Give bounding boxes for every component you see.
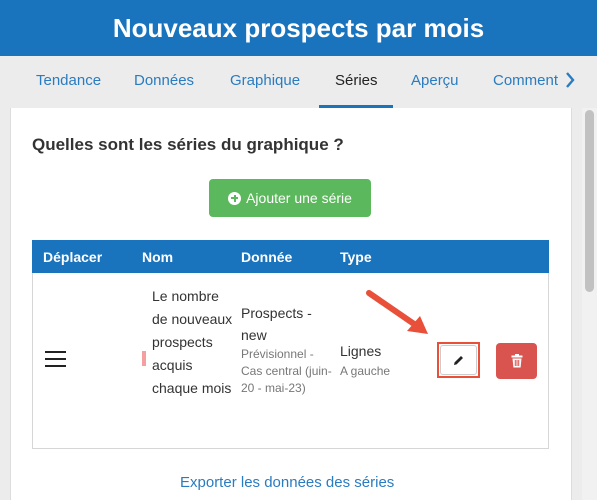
column-header-data: Donnée bbox=[241, 249, 293, 265]
series-name: Le nombre de nouveaux prospects acquis c… bbox=[152, 288, 233, 396]
add-series-label: Ajouter une série bbox=[246, 190, 352, 206]
edit-series-button[interactable] bbox=[437, 342, 480, 378]
add-series-button[interactable]: Ajouter une série bbox=[209, 179, 371, 217]
tab-apercu[interactable]: Aperçu bbox=[411, 72, 459, 89]
series-color-swatch bbox=[142, 351, 146, 366]
chevron-right-icon[interactable] bbox=[563, 69, 577, 91]
tab-series[interactable]: Séries bbox=[335, 72, 378, 89]
plus-circle-icon bbox=[228, 191, 242, 205]
column-header-type: Type bbox=[340, 249, 372, 265]
series-type: Lignes bbox=[340, 343, 382, 359]
series-axis: A gauche bbox=[340, 364, 391, 378]
page-title: Nouveaux prospects par mois bbox=[0, 0, 597, 56]
series-data-title: Prospects - new bbox=[241, 305, 312, 343]
series-data-subtitle: Prévisionnel - Cas central (juin-20 - ma… bbox=[241, 347, 332, 395]
column-header-move: Déplacer bbox=[43, 249, 103, 265]
section-question: Quelles sont les séries du graphique ? bbox=[32, 135, 344, 154]
hamburger-icon[interactable] bbox=[45, 351, 66, 368]
tab-graphique[interactable]: Graphique bbox=[230, 72, 300, 89]
pencil-icon bbox=[454, 355, 463, 365]
column-header-name: Nom bbox=[142, 249, 174, 265]
tab-bar: Tendance Données Graphique Séries Aperçu… bbox=[0, 56, 597, 108]
scrollbar-thumb[interactable] bbox=[585, 110, 594, 292]
tab-comment[interactable]: Comment bbox=[493, 72, 558, 89]
tab-donnees[interactable]: Données bbox=[134, 72, 194, 89]
export-series-data-link[interactable]: Exporter les données des séries bbox=[180, 474, 394, 491]
trash-icon bbox=[511, 354, 522, 368]
table-header: Déplacer Nom Donnée Type bbox=[32, 240, 549, 273]
tab-tendance[interactable]: Tendance bbox=[36, 72, 101, 89]
delete-series-button[interactable] bbox=[496, 343, 537, 379]
annotation-arrow bbox=[366, 290, 428, 334]
